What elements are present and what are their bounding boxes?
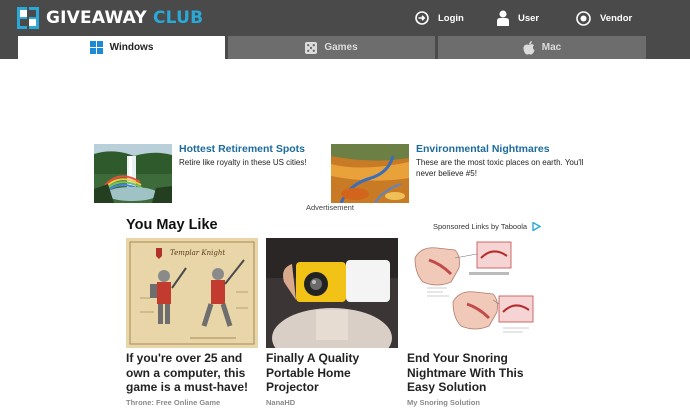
tab-games[interactable]: Games: [228, 36, 435, 59]
card-knight-game[interactable]: Templar Knight If you're over 25 and own…: [126, 238, 258, 407]
waterfall-image: [94, 144, 172, 203]
ad-retirement[interactable]: Hottest Retirement Spots Retire like roy…: [94, 143, 357, 204]
knight-image-caption: Templar Knight: [170, 249, 225, 257]
advertisement-label: Advertisement: [306, 203, 354, 212]
vendor-label: Vendor: [600, 12, 633, 24]
projector-image: [266, 238, 398, 348]
tab-windows-label: Windows: [109, 42, 154, 53]
card-knight-headline[interactable]: If you're over 25 and own a computer, th…: [126, 351, 258, 395]
site-logo[interactable]: GIVEAWAY CLUB: [17, 7, 203, 29]
tab-windows[interactable]: Windows: [18, 36, 225, 59]
you-may-like-heading: You May Like: [126, 217, 218, 233]
tab-games-label: Games: [324, 42, 358, 53]
ad-environment[interactable]: Environmental Nightmares These are the m…: [331, 143, 594, 204]
toxic-landscape-image: [331, 144, 409, 203]
logo-word-club: CLUB: [153, 8, 204, 28]
ad-environment-title[interactable]: Environmental Nightmares: [416, 143, 594, 155]
taboola-adchoice-icon: [532, 222, 542, 231]
vendor-icon: [576, 10, 591, 26]
user-label: User: [518, 12, 540, 24]
card-projector-source: NanaHD: [266, 397, 296, 407]
card-snoring-headline[interactable]: End Your Snoring Nightmare With This Eas…: [407, 351, 539, 395]
windows-icon: [89, 41, 103, 54]
user-link[interactable]: User: [497, 9, 539, 27]
card-snoring-source: My Snoring Solution: [407, 397, 480, 407]
logo-word-giveaway: GIVEAWAY: [46, 8, 147, 28]
logo-mark-icon: [17, 7, 39, 29]
card-snoring[interactable]: End Your Snoring Nightmare With This Eas…: [407, 238, 539, 407]
logo-text: GIVEAWAY CLUB: [46, 8, 203, 28]
knight-game-image: Templar Knight: [126, 238, 258, 348]
card-projector-headline[interactable]: Finally A Quality Portable Home Projecto…: [266, 351, 398, 395]
vendor-link[interactable]: Vendor: [576, 9, 632, 27]
user-icon: [497, 10, 509, 26]
site-header: GIVEAWAY CLUB Login User Vendor Windows: [0, 0, 690, 59]
snoring-diagram-image: [407, 238, 539, 348]
login-icon: [415, 11, 429, 25]
sponsored-label: Sponsored Links by Taboola: [433, 222, 528, 231]
tab-mac-label: Mac: [541, 42, 562, 53]
ad-environment-desc: These are the most toxic places on earth…: [416, 158, 584, 178]
card-knight-source: Throne: Free Online Game: [126, 397, 221, 407]
tab-mac[interactable]: Mac: [438, 36, 646, 59]
card-projector[interactable]: Finally A Quality Portable Home Projecto…: [266, 238, 398, 407]
apple-icon: [523, 40, 535, 55]
dice-icon: [305, 41, 318, 54]
login-link[interactable]: Login: [415, 9, 464, 27]
login-label: Login: [438, 12, 464, 24]
sponsored-links[interactable]: Sponsored Links by Taboola: [433, 222, 542, 231]
